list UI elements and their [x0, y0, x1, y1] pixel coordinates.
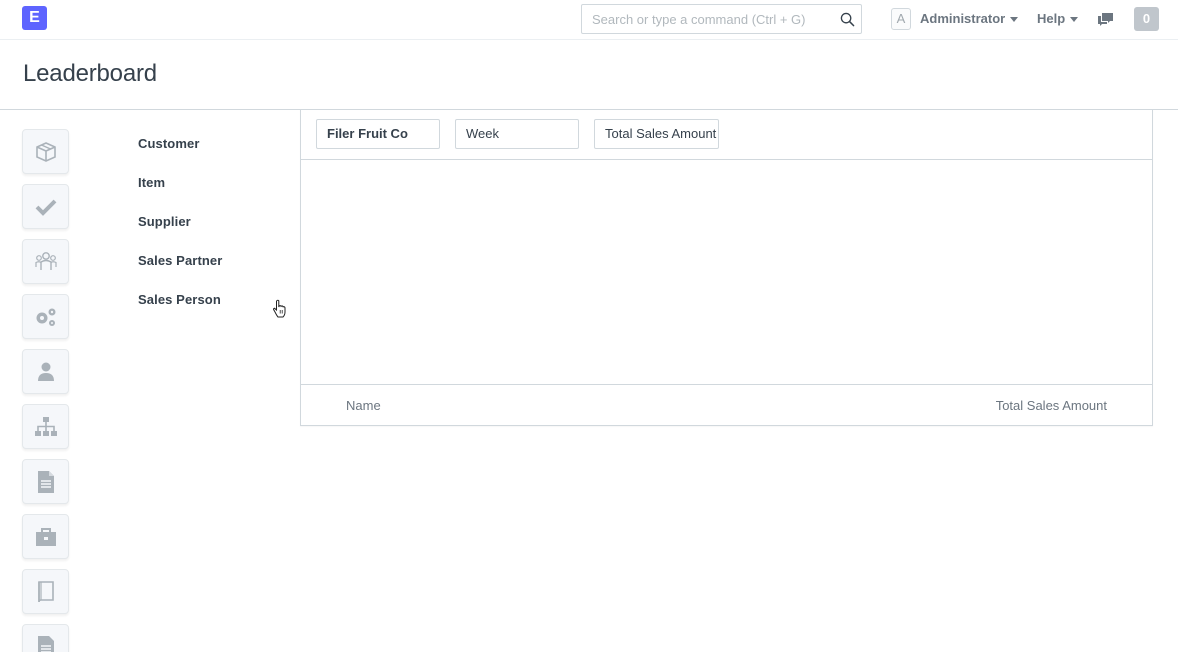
page-title: Leaderboard	[23, 60, 157, 87]
module-card-settings[interactable]	[22, 294, 69, 339]
gears-icon	[36, 308, 56, 326]
type-item-supplier[interactable]: Supplier	[138, 214, 222, 253]
box-icon	[36, 142, 56, 162]
module-card-hr[interactable]	[22, 349, 69, 394]
module-card-reports[interactable]	[22, 624, 69, 652]
hand-cursor-icon	[273, 299, 286, 318]
module-icon-cards	[22, 129, 70, 652]
leaderboard-chart-area	[301, 160, 1152, 385]
briefcase-icon	[36, 528, 56, 546]
book-icon	[38, 581, 54, 603]
user-avatar[interactable]: A	[891, 8, 911, 30]
app-logo[interactable]: E	[22, 6, 47, 30]
type-item-sales-partner[interactable]: Sales Partner	[138, 253, 222, 292]
notifications-badge[interactable]: 0	[1134, 7, 1159, 31]
help-label: Help	[1037, 11, 1066, 26]
navbar: E A Administrator Help 0	[0, 0, 1178, 40]
chat-icon[interactable]	[1097, 12, 1114, 27]
field-filter[interactable]: Total Sales Amount	[594, 119, 719, 149]
leaderboard-type-list: Customer Item Supplier Sales Partner Sal…	[138, 136, 222, 331]
user-dropdown[interactable]: Administrator	[920, 11, 1019, 26]
users-icon	[35, 252, 57, 270]
page-head: Leaderboard	[0, 40, 1178, 110]
module-card-accounts[interactable]	[22, 514, 69, 559]
company-filter[interactable]: Filer Fruit Co	[316, 119, 440, 149]
period-filter[interactable]: Week	[455, 119, 579, 149]
file-text-icon	[38, 636, 54, 652]
leaderboard-table-header: Name Total Sales Amount	[301, 384, 1152, 425]
module-card-organization[interactable]	[22, 404, 69, 449]
caret-down-icon	[1070, 17, 1079, 23]
search-input[interactable]	[582, 5, 832, 33]
caret-down-icon	[1010, 17, 1019, 23]
user-name-label: Administrator	[920, 11, 1006, 26]
column-header-total-sales-amount: Total Sales Amount	[995, 398, 1107, 413]
type-item-sales-person[interactable]: Sales Person	[138, 292, 222, 331]
module-card-projects[interactable]	[22, 184, 69, 229]
user-icon	[38, 362, 54, 381]
module-card-documents[interactable]	[22, 459, 69, 504]
file-icon	[38, 471, 54, 493]
leaderboard-panel: Filer Fruit Co Week Total Sales Amount N…	[300, 109, 1153, 426]
module-card-learn[interactable]	[22, 569, 69, 614]
column-header-name: Name	[346, 398, 381, 413]
awesome-bar[interactable]	[581, 4, 862, 34]
help-dropdown[interactable]: Help	[1037, 11, 1079, 26]
search-icon[interactable]	[840, 12, 855, 27]
type-item-item[interactable]: Item	[138, 175, 222, 214]
module-card-crm[interactable]	[22, 239, 69, 284]
sitemap-icon	[35, 417, 57, 436]
check-icon	[35, 199, 57, 216]
type-item-customer[interactable]: Customer	[138, 136, 222, 175]
filter-bar: Filer Fruit Co Week Total Sales Amount	[301, 109, 1152, 160]
module-card-stock[interactable]	[22, 129, 69, 174]
